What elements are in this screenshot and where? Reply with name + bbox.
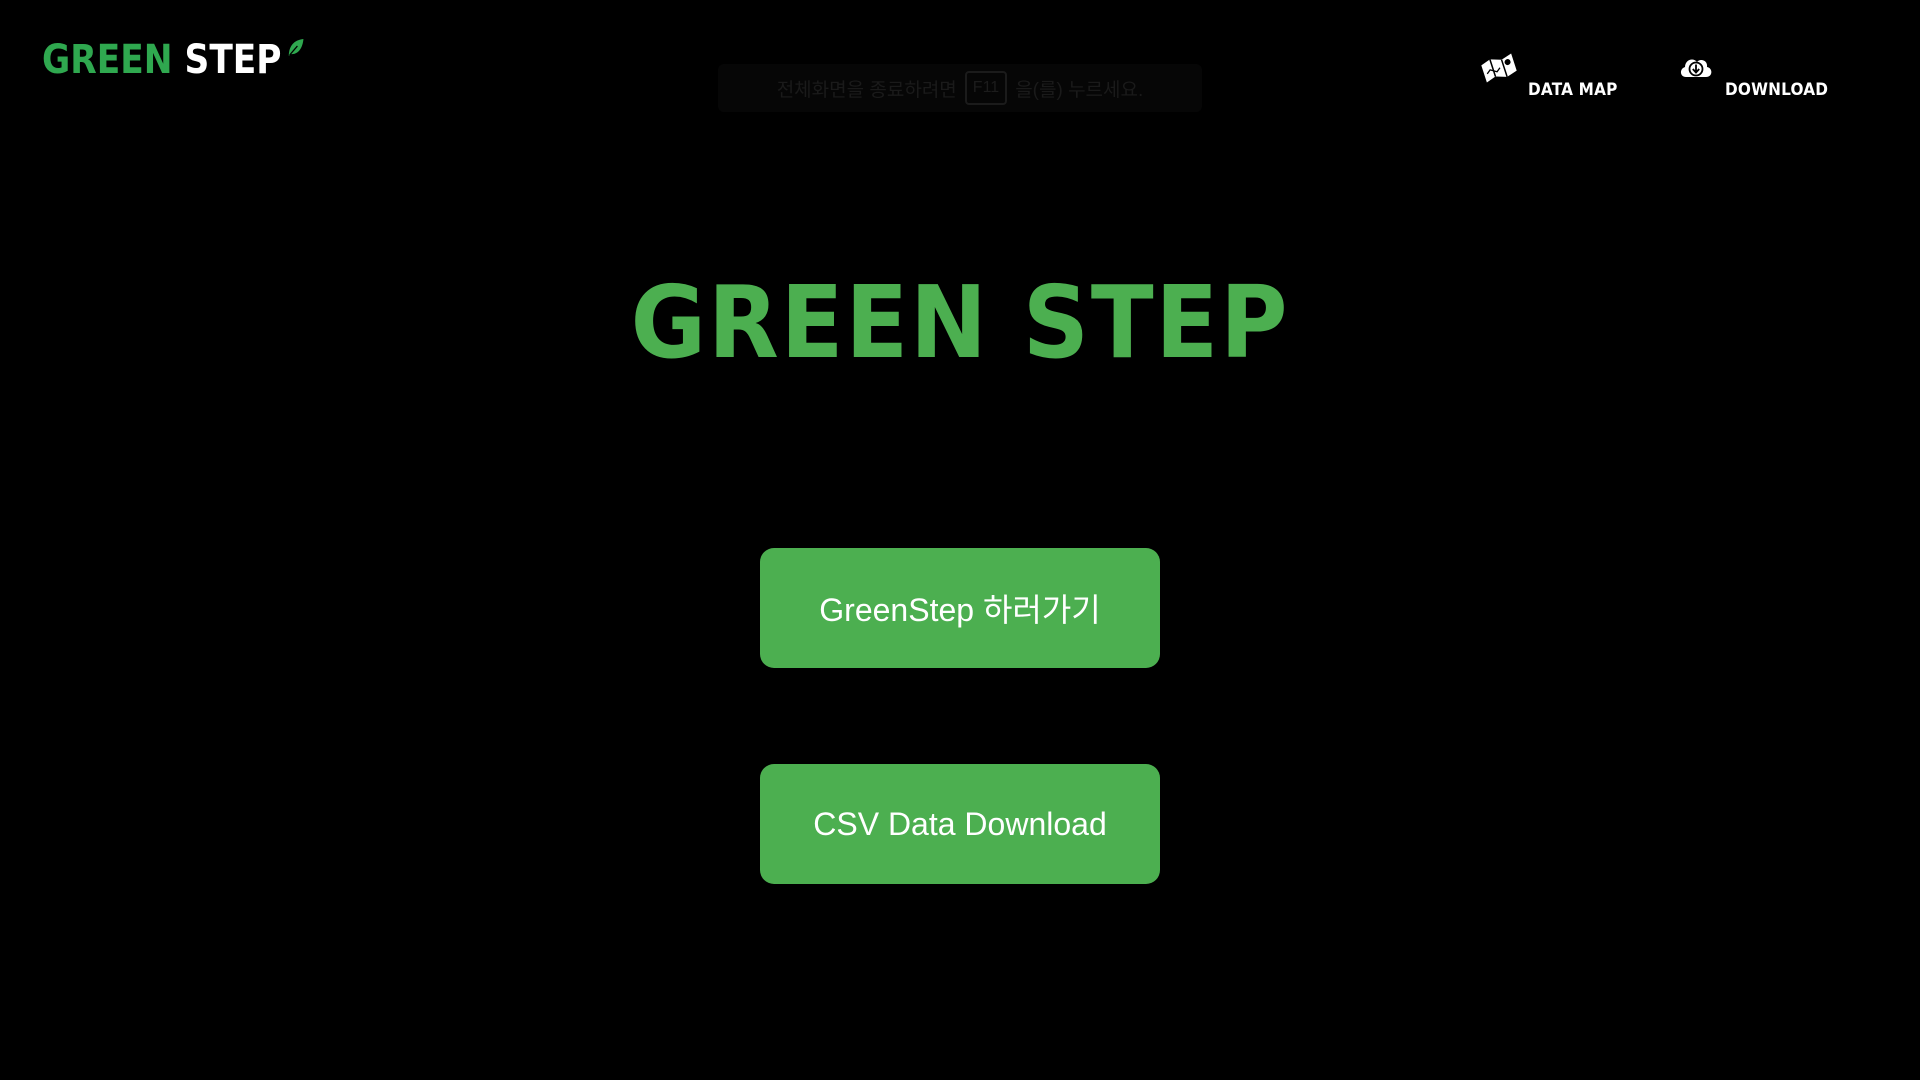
logo[interactable]: GREEN STEP — [42, 37, 304, 83]
logo-text-green: GREEN — [42, 37, 173, 83]
leaf-icon — [288, 39, 304, 56]
cloud-download-icon — [1681, 59, 1712, 77]
top-nav: DATA MAP DOWNLOAD — [1480, 52, 1840, 100]
csv-download-button[interactable]: CSV Data Download — [760, 764, 1160, 884]
logo-text-white: STEP — [184, 37, 282, 83]
go-greenstep-button[interactable]: GreenStep 하러가기 — [760, 548, 1160, 668]
fullscreen-hint-text-before: 전체화면을 종료하려면 — [776, 79, 957, 101]
nav-item-data-map[interactable]: DATA MAP — [1480, 52, 1627, 100]
map-icon — [1481, 53, 1517, 83]
nav-item-download[interactable]: DOWNLOAD — [1677, 52, 1840, 100]
fullscreen-hint-key: F11 — [964, 71, 1008, 105]
nav-label-download: DOWNLOAD — [1725, 80, 1829, 100]
fullscreen-hint: 전체화면을 종료하려면 F11 을(를) 누르세요. — [718, 64, 1202, 112]
fullscreen-hint-text-after: 을(를) 누르세요. — [1015, 79, 1144, 101]
hero-title: GREEN STEP — [630, 264, 1290, 381]
nav-label-data-map: DATA MAP — [1527, 80, 1618, 100]
page: GREEN STEP 전체화면을 종료하려면 F11 을(를) 누르세요. DA… — [0, 0, 1920, 1080]
